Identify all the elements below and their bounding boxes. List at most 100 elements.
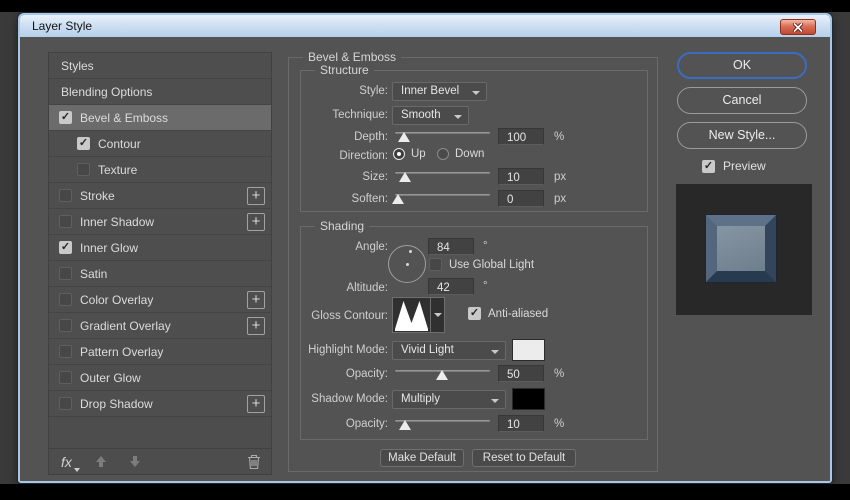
shadow-color-swatch[interactable] — [512, 388, 545, 410]
outer-glow-checkbox[interactable]: ✓ — [59, 371, 72, 384]
ok-button[interactable]: OK — [677, 52, 807, 79]
sidebar-item-gradient-overlay[interactable]: ✓Gradient Overlay+ — [49, 313, 271, 339]
sidebar-item-label: Outer Glow — [80, 371, 141, 385]
sidebar-item-pattern-overlay[interactable]: ✓ Pattern Overlay — [49, 339, 271, 365]
gloss-contour-chevron-icon[interactable] — [430, 298, 444, 332]
sidebar-item-satin[interactable]: ✓Satin — [49, 261, 271, 287]
direction-down-label: Down — [455, 148, 484, 160]
reset-to-default-button[interactable]: Reset to Default — [472, 449, 576, 467]
bevel-emboss-checkbox[interactable]: ✓ — [59, 111, 72, 124]
sidebar-item-styles[interactable]: Styles — [49, 53, 271, 79]
texture-checkbox[interactable]: ✓ — [77, 163, 90, 176]
size-slider-thumb[interactable] — [399, 172, 411, 182]
anti-aliased-option[interactable]: ✓ Anti-aliased — [468, 307, 548, 320]
plus-icon[interactable]: + — [247, 317, 265, 335]
depth-input[interactable] — [498, 128, 544, 145]
move-up-icon[interactable] — [96, 456, 106, 467]
plus-icon[interactable]: + — [247, 187, 265, 205]
color-overlay-checkbox[interactable]: ✓ — [59, 293, 72, 306]
sidebar-item-label: Pattern Overlay — [80, 345, 163, 359]
size-unit: px — [554, 171, 566, 183]
trash-icon[interactable] — [247, 454, 261, 470]
direction-down-option[interactable]: Down — [437, 148, 484, 160]
title-bar[interactable]: Layer Style — [20, 15, 830, 37]
soften-input[interactable] — [498, 190, 544, 207]
anti-aliased-checkbox[interactable]: ✓ — [468, 307, 481, 320]
size-slider[interactable] — [395, 170, 490, 182]
close-icon — [793, 23, 803, 32]
soften-slider-thumb[interactable] — [392, 194, 404, 204]
new-style-button[interactable]: New Style... — [677, 122, 807, 149]
highlight-opacity-thumb[interactable] — [436, 370, 448, 380]
angle-unit: ° — [483, 240, 488, 252]
plus-icon[interactable]: + — [247, 213, 265, 231]
shadow-opacity-thumb[interactable] — [399, 420, 411, 430]
shadow-opacity-slider[interactable] — [395, 418, 490, 430]
angle-dial-marker[interactable] — [409, 250, 412, 253]
sidebar-item-drop-shadow[interactable]: ✓ Drop Shadow + — [49, 391, 271, 417]
soften-unit: px — [554, 193, 566, 205]
satin-checkbox[interactable]: ✓ — [59, 267, 72, 280]
direction-up-option[interactable]: Up — [393, 148, 426, 160]
cancel-button[interactable]: Cancel — [677, 87, 807, 114]
sidebar-item-stroke[interactable]: ✓Stroke+ — [49, 183, 271, 209]
inner-shadow-checkbox[interactable]: ✓ — [59, 215, 72, 228]
sidebar-item-inner-glow[interactable]: ✓Inner Glow — [49, 235, 271, 261]
use-global-light-option[interactable]: ✓ Use Global Light — [429, 258, 534, 271]
sidebar-item-color-overlay[interactable]: ✓Color Overlay+ — [49, 287, 271, 313]
angle-dial[interactable] — [388, 245, 426, 283]
sidebar-item-blending-options[interactable]: Blending Options — [49, 79, 271, 105]
style-dropdown[interactable]: Inner Bevel — [392, 82, 487, 101]
size-label: Size: — [264, 171, 388, 183]
highlight-opacity-slider[interactable] — [395, 368, 490, 380]
plus-icon[interactable]: + — [247, 291, 265, 309]
contour-checkbox[interactable]: ✓ — [77, 137, 90, 150]
shading-group-title: Shading — [315, 219, 369, 233]
shadow-mode-dropdown[interactable]: Multiply — [392, 390, 506, 409]
pattern-overlay-checkbox[interactable]: ✓ — [59, 345, 72, 358]
sidebar-item-contour[interactable]: ✓Contour — [49, 131, 271, 157]
gradient-overlay-checkbox[interactable]: ✓ — [59, 319, 72, 332]
drop-shadow-checkbox[interactable]: ✓ — [59, 397, 72, 410]
layer-style-dialog: Layer Style Styles Blending Options ✓ Bevel… — [18, 13, 832, 483]
style-preview-thumbnail — [676, 184, 812, 315]
highlight-mode-dropdown[interactable]: Vivid Light — [392, 341, 506, 360]
sidebar-item-label: Bevel & Emboss — [80, 111, 168, 125]
shadow-mode-label: Shadow Mode: — [264, 393, 388, 405]
gloss-contour-picker[interactable] — [392, 297, 445, 333]
make-default-button[interactable]: Make Default — [380, 449, 464, 467]
use-global-light-checkbox[interactable]: ✓ — [429, 258, 442, 271]
direction-down-radio[interactable] — [437, 148, 449, 160]
structure-group-title: Structure — [315, 63, 374, 77]
depth-slider-thumb[interactable] — [398, 132, 410, 142]
preview-option[interactable]: ✓ Preview — [702, 159, 766, 173]
size-input[interactable] — [498, 168, 544, 185]
altitude-input[interactable] — [428, 278, 474, 295]
technique-dropdown[interactable]: Smooth — [392, 106, 469, 125]
sidebar-item-label: Styles — [61, 59, 94, 73]
shadow-opacity-input[interactable] — [498, 415, 544, 432]
highlight-mode-label: Highlight Mode: — [264, 344, 388, 356]
move-down-icon[interactable] — [130, 456, 140, 467]
plus-icon[interactable]: + — [247, 395, 265, 413]
fx-menu-icon[interactable]: fx — [61, 454, 72, 470]
stroke-checkbox[interactable]: ✓ — [59, 189, 72, 202]
soften-slider[interactable] — [395, 192, 490, 204]
preview-checkbox[interactable]: ✓ — [702, 160, 715, 173]
sidebar-item-inner-shadow[interactable]: ✓Inner Shadow+ — [49, 209, 271, 235]
style-list: Styles Blending Options ✓ Bevel & Emboss ✓Co… — [49, 53, 271, 449]
angle-input[interactable] — [428, 238, 474, 255]
inner-glow-checkbox[interactable]: ✓ — [59, 241, 72, 254]
use-global-light-label: Use Global Light — [449, 259, 534, 271]
gloss-contour-label: Gloss Contour: — [264, 310, 388, 322]
direction-up-radio[interactable] — [393, 148, 405, 160]
highlight-opacity-input[interactable] — [498, 365, 544, 382]
preview-label: Preview — [723, 159, 766, 173]
depth-slider[interactable] — [395, 130, 490, 142]
sidebar-item-outer-glow[interactable]: ✓ Outer Glow — [49, 365, 271, 391]
sidebar-item-bevel-emboss[interactable]: ✓ Bevel & Emboss — [49, 105, 271, 131]
close-button[interactable] — [780, 19, 816, 35]
highlight-color-swatch[interactable] — [512, 339, 545, 361]
sidebar-item-label: Drop Shadow — [80, 397, 153, 411]
sidebar-item-texture[interactable]: ✓Texture — [49, 157, 271, 183]
